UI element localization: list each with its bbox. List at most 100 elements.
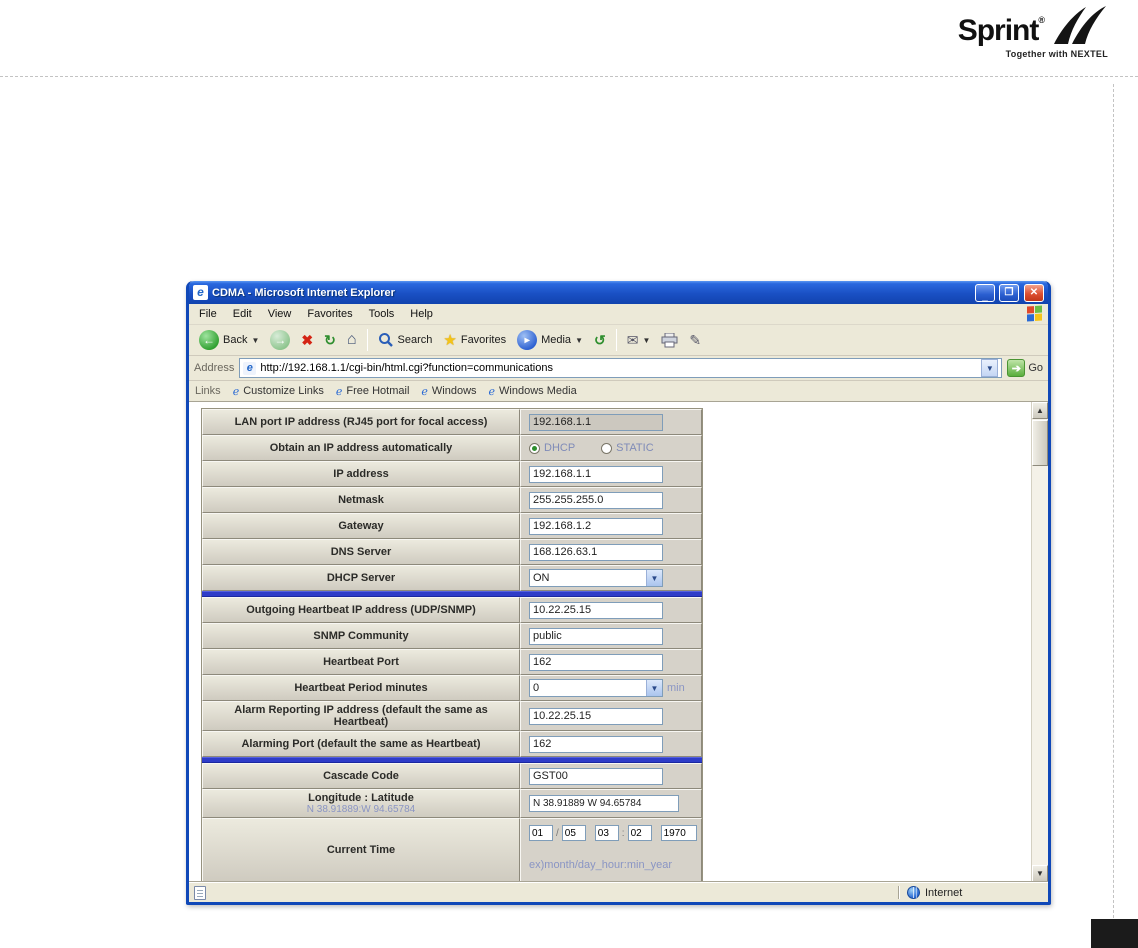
time-month-input[interactable] [529, 825, 553, 841]
menu-file[interactable]: File [191, 306, 225, 322]
time-day-input[interactable] [561, 825, 586, 841]
time-separator: : [621, 827, 625, 839]
sprint-wing-icon [1054, 6, 1106, 44]
toolbar-separator [615, 329, 617, 351]
minutes-suffix: min [667, 682, 685, 694]
menu-edit[interactable]: Edit [225, 306, 260, 322]
back-dropdown-icon[interactable]: ▼ [251, 336, 259, 345]
refresh-button[interactable]: ↻ [320, 331, 340, 349]
back-button[interactable]: ← Back ▼ [195, 328, 263, 352]
longitude-latitude-input[interactable] [529, 795, 679, 812]
minimize-button[interactable]: _ [975, 283, 995, 302]
dhcp-radio[interactable]: DHCP [529, 442, 575, 454]
field-label: Gateway [202, 513, 520, 539]
print-button[interactable] [657, 331, 682, 350]
gateway-input[interactable] [529, 517, 663, 535]
table-row: LAN port IP address (RJ45 port for focal… [202, 409, 702, 435]
address-input[interactable]: e http://192.168.1.1/cgi-bin/html.cgi?fu… [239, 358, 1003, 378]
link-icon: ℯ [421, 385, 428, 398]
link-icon: ℯ [335, 385, 343, 398]
time-hour-input[interactable] [594, 825, 619, 841]
menu-help[interactable]: Help [402, 306, 441, 322]
table-row: Cascade Code [202, 763, 702, 789]
go-button[interactable]: ➔ Go [1007, 359, 1043, 377]
scrollbar-thumb[interactable] [1032, 420, 1048, 466]
go-arrow-icon: ➔ [1007, 359, 1026, 377]
cascade-code-input[interactable] [529, 767, 663, 785]
heartbeat-ip-input[interactable] [529, 601, 663, 619]
title-bar[interactable]: e CDMA - Microsoft Internet Explorer _ ❐… [189, 281, 1048, 304]
table-row: Heartbeat Period minutes 0 ▼ min [202, 675, 702, 701]
forward-icon: → [270, 330, 291, 350]
dhcp-server-select[interactable]: ON ▼ [529, 569, 663, 587]
status-page-icon [194, 885, 206, 900]
forward-button[interactable]: → [266, 328, 294, 352]
close-button[interactable]: ✕ [1024, 283, 1044, 302]
mail-button[interactable]: ✉ ▼ [623, 331, 655, 349]
longlat-sublabel: N 38.91889:W 94.65784 [306, 804, 416, 815]
back-icon: ← [199, 330, 219, 350]
static-radio[interactable]: STATIC [601, 442, 654, 454]
time-separator: / [556, 827, 559, 839]
heartbeat-port-input[interactable] [529, 653, 663, 671]
field-label: DNS Server [202, 539, 520, 565]
scroll-down-icon[interactable]: ▼ [1032, 865, 1048, 882]
vertical-scrollbar[interactable]: ▲ ▼ [1031, 402, 1048, 882]
select-arrow-icon: ▼ [646, 570, 662, 586]
link-icon: ℯ [488, 385, 496, 398]
menu-view[interactable]: View [260, 306, 300, 322]
table-row: Obtain an IP address automatically DHCP … [202, 435, 702, 461]
page-content: LAN port IP address (RJ45 port for focal… [189, 402, 1048, 882]
address-url[interactable]: http://192.168.1.1/cgi-bin/html.cgi?func… [260, 362, 977, 374]
heartbeat-period-select[interactable]: 0 ▼ [529, 679, 663, 697]
maximize-button[interactable]: ❐ [999, 283, 1019, 302]
status-bar: Internet [189, 882, 1048, 902]
history-button[interactable]: ↺ [590, 331, 610, 349]
table-row: Alarm Reporting IP address (default the … [202, 701, 702, 731]
mail-dropdown-icon[interactable]: ▼ [642, 336, 650, 345]
media-dropdown-icon[interactable]: ▼ [575, 336, 583, 345]
time-minute-input[interactable] [627, 825, 652, 841]
link-customize-links[interactable]: ℯ Customize Links [233, 385, 324, 398]
snmp-community-input[interactable] [529, 627, 663, 645]
address-dropdown-icon[interactable]: ▼ [981, 359, 999, 377]
link-free-hotmail[interactable]: ℯ Free Hotmail [336, 385, 409, 398]
radio-icon [601, 442, 613, 454]
edit-button[interactable]: ✎ [685, 331, 705, 349]
home-button[interactable]: ⌂ [343, 330, 361, 350]
favorites-button[interactable]: ★ Favorites [439, 329, 510, 351]
ip-address-input[interactable] [529, 465, 663, 483]
toolbar: ← Back ▼ → ✖ ↻ ⌂ Search ★ Favorites ▸ Me… [189, 325, 1048, 356]
alarm-ip-input[interactable] [529, 707, 663, 725]
link-windows[interactable]: ℯ Windows [421, 385, 476, 398]
address-bar: Address e http://192.168.1.1/cgi-bin/htm… [189, 356, 1048, 381]
link-windows-media[interactable]: ℯ Windows Media [489, 385, 577, 398]
media-button[interactable]: ▸ Media ▼ [513, 328, 587, 352]
toolbar-separator [366, 329, 368, 351]
lan-ip-input[interactable] [529, 413, 663, 431]
refresh-icon: ↻ [324, 332, 336, 348]
window-title: CDMA - Microsoft Internet Explorer [212, 286, 395, 299]
dns-server-input[interactable] [529, 543, 663, 561]
mail-icon: ✉ [626, 332, 639, 348]
windows-flag-icon [1027, 305, 1043, 322]
menu-favorites[interactable]: Favorites [299, 306, 360, 322]
table-row: Gateway [202, 513, 702, 539]
registered-mark: ® [1038, 15, 1045, 25]
stop-button[interactable]: ✖ [297, 331, 317, 349]
internet-globe-icon [907, 886, 920, 899]
search-button[interactable]: Search [374, 330, 437, 350]
table-row: Outgoing Heartbeat IP address (UDP/SNMP) [202, 597, 702, 623]
field-label: LAN port IP address (RJ45 port for focal… [202, 409, 520, 435]
time-year-input[interactable] [660, 825, 697, 841]
page-corner-block [1091, 919, 1138, 948]
netmask-input[interactable] [529, 491, 663, 509]
field-label: DHCP Server [202, 565, 520, 591]
menu-tools[interactable]: Tools [361, 306, 403, 322]
scrollbar-track[interactable] [1032, 467, 1048, 865]
alarming-port-input[interactable] [529, 735, 663, 753]
field-label: Longitude : Latitude N 38.91889:W 94.657… [202, 789, 520, 818]
config-form: LAN port IP address (RJ45 port for focal… [189, 402, 1031, 882]
scroll-up-icon[interactable]: ▲ [1032, 402, 1048, 419]
address-label: Address [194, 362, 235, 374]
